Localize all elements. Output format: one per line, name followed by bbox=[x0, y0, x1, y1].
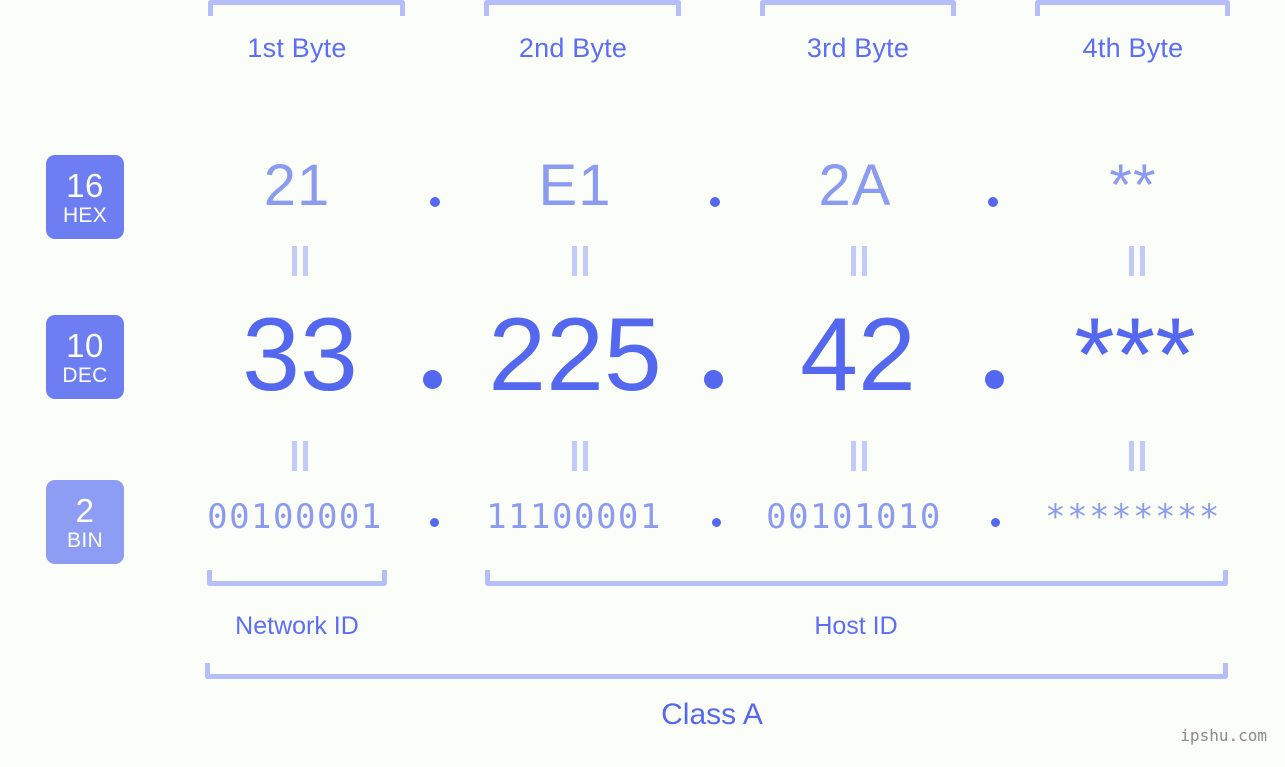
base-badge-hex: 16 HEX bbox=[46, 155, 124, 239]
byte-header-1: 1st Byte bbox=[247, 33, 347, 63]
bin-byte-2: 11100001 bbox=[486, 497, 662, 537]
host-id-label: Host ID bbox=[814, 612, 898, 640]
bin-byte-1: 00100001 bbox=[207, 497, 383, 537]
site-watermark: ipshu.com bbox=[1180, 726, 1267, 745]
dec-byte-4: *** bbox=[1074, 297, 1196, 413]
equals-mark-dec-bin-3 bbox=[846, 441, 872, 471]
base-badge-dec: 10 DEC bbox=[46, 315, 124, 399]
base-badge-dec-name: DEC bbox=[62, 363, 108, 387]
bin-byte-4: ******** bbox=[1045, 497, 1221, 537]
equals-mark-dec-bin-1 bbox=[287, 441, 313, 471]
equals-mark-dec-bin-4 bbox=[1124, 441, 1150, 471]
hex-byte-3: 2A bbox=[818, 153, 892, 218]
bin-dot-separator-3 bbox=[991, 518, 1000, 527]
base-badge-bin: 2 BIN bbox=[46, 480, 124, 564]
equals-mark-hex-dec-4 bbox=[1124, 246, 1150, 276]
hex-dot-separator-3 bbox=[988, 197, 998, 207]
byte-bracket-2 bbox=[484, 0, 681, 16]
dec-dot-separator-2 bbox=[704, 370, 723, 389]
hex-dot-separator-2 bbox=[710, 197, 720, 207]
byte-bracket-4 bbox=[1035, 0, 1230, 16]
base-badge-bin-name: BIN bbox=[67, 528, 103, 552]
class-bracket bbox=[205, 663, 1228, 679]
dec-dot-separator-3 bbox=[985, 370, 1004, 389]
equals-mark-dec-bin-2 bbox=[567, 441, 593, 471]
hex-byte-4: ** bbox=[1109, 153, 1157, 218]
bin-dot-separator-2 bbox=[712, 518, 721, 527]
byte-header-3: 3rd Byte bbox=[806, 33, 910, 63]
byte-bracket-3 bbox=[760, 0, 956, 16]
dec-byte-2: 225 bbox=[488, 297, 662, 413]
hex-byte-2: E1 bbox=[538, 153, 612, 218]
base-badge-dec-number: 10 bbox=[66, 326, 104, 364]
byte-header-4: 4th Byte bbox=[1082, 33, 1184, 63]
bin-byte-3: 00101010 bbox=[766, 497, 942, 537]
byte-header-2: 2nd Byte bbox=[518, 33, 628, 63]
hex-dot-separator-1 bbox=[430, 197, 440, 207]
dec-dot-separator-1 bbox=[423, 370, 442, 389]
network-id-bracket bbox=[207, 570, 387, 586]
bin-dot-separator-1 bbox=[430, 518, 439, 527]
hex-byte-1: 21 bbox=[263, 153, 331, 218]
equals-mark-hex-dec-1 bbox=[287, 246, 313, 276]
class-label: Class A bbox=[661, 698, 763, 731]
base-badge-hex-number: 16 bbox=[66, 166, 104, 204]
dec-byte-3: 42 bbox=[800, 297, 916, 413]
network-id-label: Network ID bbox=[235, 612, 359, 640]
base-badge-hex-name: HEX bbox=[62, 203, 108, 227]
dec-byte-1: 33 bbox=[242, 297, 358, 413]
byte-bracket-1 bbox=[208, 0, 405, 16]
equals-mark-hex-dec-3 bbox=[846, 246, 872, 276]
base-badge-bin-number: 2 bbox=[75, 491, 95, 529]
ip-address-breakdown-diagram: 1st Byte 2nd Byte 3rd Byte 4th Byte 16 H… bbox=[0, 0, 1285, 767]
equals-mark-hex-dec-2 bbox=[567, 246, 593, 276]
host-id-bracket bbox=[485, 570, 1228, 586]
